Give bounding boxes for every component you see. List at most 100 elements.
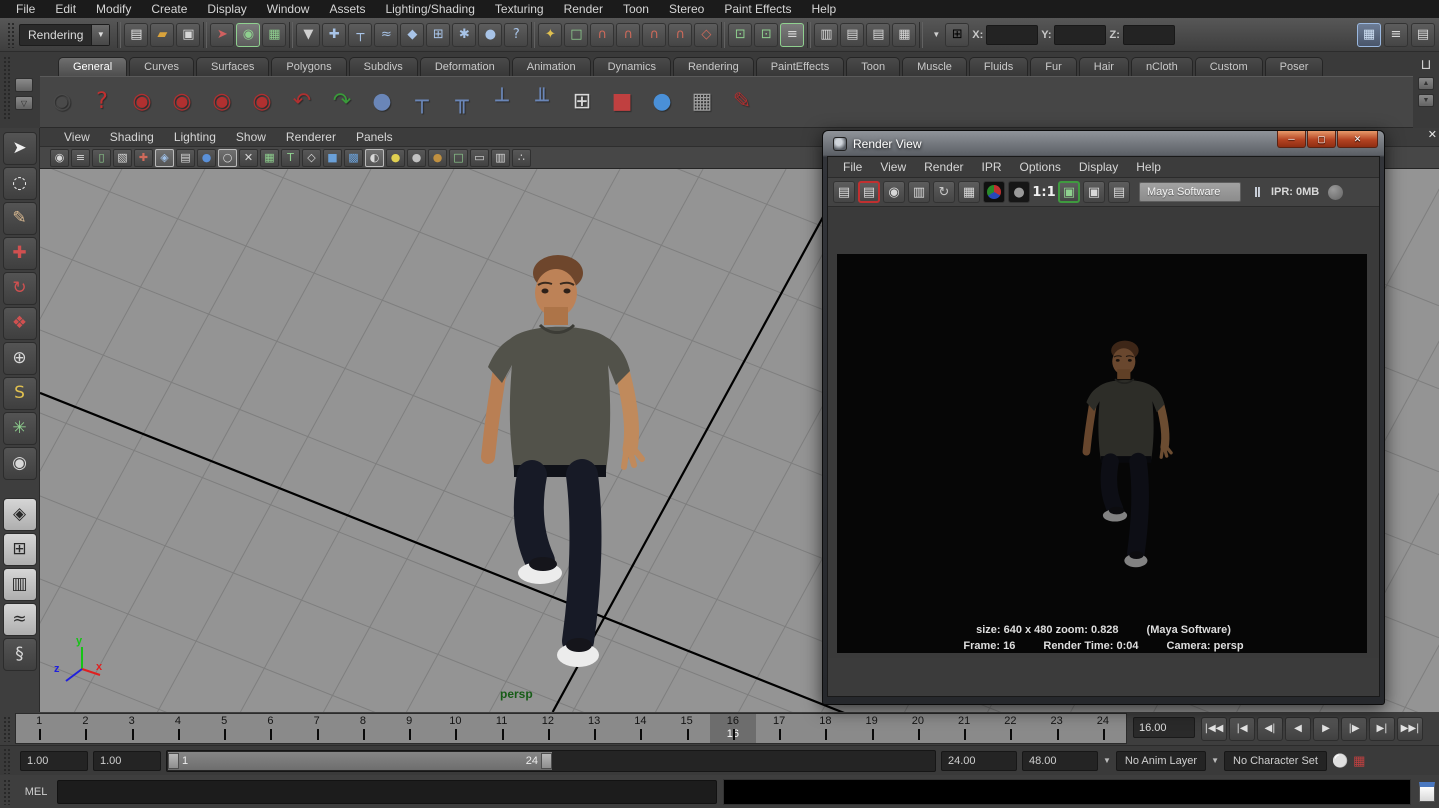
menu-edit[interactable]: Edit — [45, 0, 86, 18]
character-model[interactable] — [440, 243, 680, 683]
frame-cell[interactable]: 9 — [386, 714, 432, 743]
menu-paint-effects[interactable]: Paint Effects — [714, 0, 801, 18]
cmdbar-grip[interactable] — [3, 779, 12, 805]
paint-selection-tool[interactable]: ✎ — [3, 202, 37, 235]
snapshot-icon[interactable]: ◉ — [883, 181, 905, 203]
play-backwards-button[interactable]: ◀ — [1285, 717, 1311, 741]
move-tool[interactable]: ✚ — [3, 237, 37, 270]
lasso-tool[interactable]: ◌ — [3, 167, 37, 200]
rotate-tool[interactable]: ↻ — [3, 272, 37, 305]
last-tool[interactable]: ◉ — [3, 447, 37, 480]
delete-unused-icon[interactable]: ● — [364, 84, 400, 120]
tab-muscle[interactable]: Muscle — [902, 57, 967, 76]
help-line-icon[interactable]: ? — [84, 84, 120, 120]
undo-view-icon[interactable]: ↶ — [284, 84, 320, 120]
playback-end-field[interactable] — [941, 751, 1017, 771]
menu-modify[interactable]: Modify — [86, 0, 141, 18]
camera-roll-icon[interactable]: ◉ — [164, 84, 200, 120]
tab-deformation[interactable]: Deformation — [420, 57, 510, 76]
rv-menu-display[interactable]: Display — [1070, 157, 1127, 178]
select-object-icon[interactable]: ◉ — [236, 23, 260, 47]
anim-layer-dropdown-icon[interactable]: ▼ — [1103, 756, 1111, 765]
panel-close-icon[interactable]: ✕ — [1428, 128, 1437, 141]
cube-array-icon[interactable]: ▦ — [684, 84, 720, 120]
use-all-lights-icon[interactable]: ◐ — [365, 149, 384, 167]
select-tool[interactable]: ➤ — [3, 132, 37, 165]
panel-menu-show[interactable]: Show — [226, 128, 276, 146]
render-settings-icon[interactable]: ▦ — [892, 23, 916, 47]
ipr-render-icon[interactable]: ▥ — [908, 181, 930, 203]
step-forward-key-button[interactable]: ▶| — [1369, 717, 1395, 741]
assign-material-icon[interactable]: ● — [644, 84, 680, 120]
mask-dynamics-icon[interactable]: ✱ — [452, 23, 476, 47]
minimize-button[interactable]: ─ — [1277, 131, 1306, 148]
tab-ncloth[interactable]: nCloth — [1131, 57, 1193, 76]
camera-attributes-icon[interactable]: ≡ — [71, 149, 90, 167]
open-render-view-icon[interactable]: ▥ — [814, 23, 838, 47]
persp-outliner-layout-button[interactable]: ▥ — [3, 568, 37, 601]
save-scene-icon[interactable]: ▣ — [176, 23, 200, 47]
snap-point-icon[interactable]: ∩ — [642, 23, 666, 47]
gate-mask-icon[interactable]: ○ — [218, 149, 237, 167]
rv-menu-render[interactable]: Render — [915, 157, 972, 178]
ik-handle-icon[interactable]: ╥ — [444, 84, 480, 120]
playback-range-track[interactable]: 1 24 — [166, 750, 936, 772]
flat-light-icon[interactable]: ● — [407, 149, 426, 167]
animation-start-field[interactable] — [20, 751, 88, 771]
maya-logo-layout-button[interactable]: § — [3, 638, 37, 671]
menu-stereo[interactable]: Stereo — [659, 0, 714, 18]
menu-texturing[interactable]: Texturing — [485, 0, 554, 18]
single-pane-icon[interactable]: ▭ — [470, 149, 489, 167]
panel-menu-lighting[interactable]: Lighting — [164, 128, 226, 146]
frame-cell[interactable]: 13 — [571, 714, 617, 743]
panel-menu-panels[interactable]: Panels — [346, 128, 403, 146]
frame-cell[interactable]: 1 — [16, 714, 62, 743]
universal-manipulator-tool[interactable]: ⊕ — [3, 342, 37, 375]
x-field[interactable] — [986, 25, 1038, 45]
tab-general[interactable]: General — [58, 57, 127, 76]
panel-menu-view[interactable]: View — [54, 128, 100, 146]
construction-history-icon[interactable]: ≡ — [780, 23, 804, 47]
frame-cell[interactable]: 12 — [525, 714, 571, 743]
select-hierarchy-icon[interactable]: ➤ — [210, 23, 234, 47]
show-manipulator-tool[interactable]: ✳ — [3, 412, 37, 445]
frame-track[interactable]: 1 2 3 4 5 6 7 8 — [15, 713, 1127, 744]
rgb-channels-icon[interactable] — [983, 181, 1005, 203]
attribute-editor-icon[interactable]: ▦ — [1357, 23, 1381, 47]
z-field[interactable] — [1123, 25, 1175, 45]
single-perspective-layout-button[interactable]: ◈ — [3, 498, 37, 531]
range-start-handle[interactable] — [168, 753, 179, 769]
paint-brush-icon[interactable]: ✎ — [724, 84, 760, 120]
joint-chain-icon[interactable]: ┬ — [404, 84, 440, 120]
frame-cell[interactable]: 8 — [340, 714, 386, 743]
y-field[interactable] — [1054, 25, 1106, 45]
step-back-key-button[interactable]: |◀ — [1229, 717, 1255, 741]
field-chart-icon[interactable]: ✕ — [239, 149, 258, 167]
output-connections-icon[interactable]: ⊡ — [754, 23, 778, 47]
mask-dropdown-icon[interactable]: ▼ — [296, 23, 320, 47]
tab-fluids[interactable]: Fluids — [969, 57, 1028, 76]
mel-label[interactable]: MEL — [21, 786, 51, 798]
render-current-frame-icon[interactable]: ▤ — [840, 23, 864, 47]
specular-light-icon[interactable]: ● — [428, 149, 447, 167]
alpha-channel-icon[interactable]: ● — [1008, 181, 1030, 203]
character-set-dropdown-icon[interactable]: ▼ — [1211, 756, 1219, 765]
four-view-layout-button[interactable]: ⊞ — [3, 533, 37, 566]
close-button[interactable]: ✕ — [1337, 131, 1378, 148]
refresh-render-icon[interactable]: ↻ — [933, 181, 955, 203]
script-editor-icon[interactable] — [1419, 782, 1435, 802]
menu-toon[interactable]: Toon — [613, 0, 659, 18]
ipr-render-icon[interactable]: ▤ — [866, 23, 890, 47]
frame-cell[interactable]: 15 — [664, 714, 710, 743]
mask-curves-icon[interactable]: ≈ — [374, 23, 398, 47]
shelf-grip[interactable] — [3, 56, 12, 120]
mask-joints-icon[interactable]: ┬ — [348, 23, 372, 47]
mask-deformations-icon[interactable]: ⊞ — [426, 23, 450, 47]
shelf-scroll-up-button[interactable]: ▲ — [1418, 77, 1434, 90]
frame-cell[interactable]: 7 — [294, 714, 340, 743]
frame-cell[interactable]: 5 — [201, 714, 247, 743]
tab-poser[interactable]: Poser — [1265, 57, 1324, 76]
toolbar-grip[interactable] — [7, 22, 16, 48]
bookmarks-icon[interactable]: ▯ — [92, 149, 111, 167]
menu-render[interactable]: Render — [554, 0, 613, 18]
